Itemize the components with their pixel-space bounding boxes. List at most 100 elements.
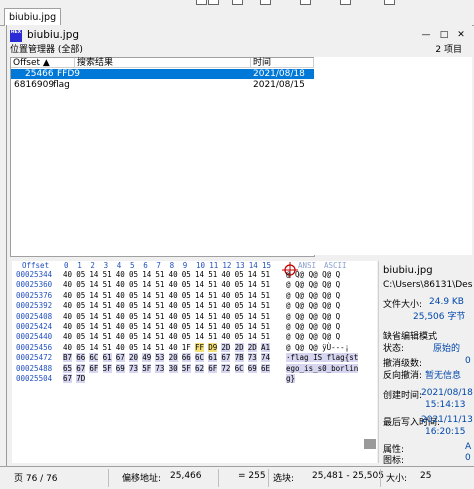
hex-byte[interactable]: 5F [142, 363, 152, 373]
hex-byte[interactable]: 40 [221, 312, 230, 321]
hex-byte[interactable]: 51 [103, 322, 112, 331]
hex-byte[interactable]: 05 [182, 322, 191, 331]
hex-byte[interactable]: 51 [261, 291, 270, 300]
hex-byte[interactable]: 40 [169, 301, 178, 310]
hex-byte[interactable]: 67 [63, 374, 73, 383]
position-list[interactable]: Offset ▲ 搜索结果 时间 25466 FFD9 2021/08/18 6… [10, 57, 315, 257]
hex-byte[interactable]: 14 [248, 301, 257, 310]
hex-byte[interactable]: 40 [169, 291, 178, 300]
hex-byte[interactable]: 51 [208, 312, 217, 321]
hex-text[interactable]: @ Q@ Q@ Q@ Q [286, 332, 340, 341]
hex-byte[interactable]: 14 [142, 343, 151, 352]
hex-byte[interactable]: 40 [221, 322, 230, 331]
hex-byte[interactable]: 14 [89, 301, 98, 310]
hex-byte[interactable]: 05 [182, 312, 191, 321]
hex-byte[interactable]: 67 [115, 353, 125, 363]
hex-byte[interactable]: 51 [155, 322, 164, 331]
hex-byte[interactable]: 6C [234, 363, 244, 373]
hex-byte[interactable]: 05 [129, 312, 138, 321]
hex-byte[interactable]: 30 [168, 363, 178, 373]
hex-byte[interactable]: 14 [142, 270, 151, 279]
hex-byte[interactable]: 14 [248, 270, 257, 279]
hex-byte[interactable]: 05 [129, 280, 138, 289]
hex-byte[interactable]: 40 [169, 332, 178, 341]
hex-byte[interactable]: 40 [221, 301, 230, 310]
hex-byte[interactable]: 51 [155, 343, 164, 352]
hex-byte[interactable]: 69 [247, 363, 257, 373]
hex-byte[interactable]: 40 [63, 301, 72, 310]
hex-byte[interactable]: 40 [169, 343, 178, 352]
hex-byte[interactable]: 05 [76, 312, 85, 321]
hex-byte[interactable]: 14 [195, 280, 204, 289]
hex-byte[interactable]: 51 [155, 270, 164, 279]
hex-byte[interactable]: 40 [116, 280, 125, 289]
hex-byte[interactable]: 05 [182, 301, 191, 310]
hex-byte[interactable]: 40 [221, 291, 230, 300]
hex-byte[interactable]: 14 [248, 280, 257, 289]
hex-byte[interactable]: 05 [235, 322, 244, 331]
hex-byte[interactable]: 40 [63, 343, 72, 352]
hex-byte[interactable]: 05 [129, 270, 138, 279]
hex-byte[interactable]: 49 [142, 353, 152, 363]
hex-byte[interactable]: 05 [129, 301, 138, 310]
hex-text[interactable]: @ Q@ Q@ ÿÙ---¡ [286, 343, 349, 352]
hex-byte[interactable]: 05 [76, 270, 85, 279]
save-icon[interactable] [196, 0, 207, 5]
hex-byte[interactable]: D9 [208, 342, 218, 352]
hex-byte[interactable]: 05 [76, 343, 85, 352]
hex-byte[interactable]: 05 [129, 291, 138, 300]
hex-byte[interactable]: 51 [261, 322, 270, 331]
hex-byte[interactable]: 14 [89, 332, 98, 341]
hex-byte[interactable]: 73 [155, 363, 165, 373]
hex-byte[interactable]: 66 [76, 353, 86, 363]
hex-byte[interactable]: 61 [102, 353, 112, 363]
hex-byte[interactable]: 05 [129, 332, 138, 341]
close-button[interactable]: ✕ [455, 29, 467, 41]
print-icon[interactable] [208, 0, 219, 5]
hex-byte[interactable]: 51 [261, 270, 270, 279]
hex-byte[interactable]: 51 [155, 332, 164, 341]
hex-byte[interactable]: 14 [195, 270, 204, 279]
hex-byte[interactable]: 2D [247, 342, 257, 352]
hex-byte[interactable]: 62 [195, 363, 205, 373]
hex-byte[interactable]: 5F [102, 363, 112, 373]
hex-byte[interactable]: 40 [63, 280, 72, 289]
hex-byte[interactable]: 05 [76, 301, 85, 310]
hex-byte[interactable]: 40 [221, 270, 230, 279]
hex-byte[interactable]: 14 [89, 312, 98, 321]
hex-byte[interactable]: A1 [261, 342, 271, 352]
hex-text[interactable]: ·flag IS flag{st [286, 353, 359, 363]
hex-byte[interactable]: 69 [115, 363, 125, 373]
hex-byte[interactable]: 14 [89, 270, 98, 279]
hex-byte[interactable]: 40 [169, 322, 178, 331]
hex-text[interactable]: ego_is_s0_borlin [286, 363, 359, 373]
hex-byte[interactable]: 05 [235, 291, 244, 300]
hex-byte[interactable]: 51 [261, 332, 270, 341]
hex-byte[interactable]: 51 [155, 301, 164, 310]
hex-byte[interactable]: 14 [248, 322, 257, 331]
hex-byte[interactable]: 51 [155, 280, 164, 289]
hex-byte[interactable]: 14 [89, 291, 98, 300]
hex-byte[interactable]: 6C [89, 353, 99, 363]
hex-text[interactable]: g} [286, 374, 296, 383]
hex-text[interactable]: @ Q@ Q@ Q@ Q [286, 312, 340, 321]
hex-byte[interactable]: 51 [208, 301, 217, 310]
hex-byte[interactable]: 2D [221, 342, 231, 352]
hex-text[interactable]: @ Q@ Q@ Q@ Q [286, 291, 340, 300]
hex-byte[interactable]: 1F [182, 343, 191, 352]
tab-biubiu[interactable]: biubiu.jpg [4, 8, 62, 26]
hex-byte[interactable]: 40 [63, 270, 72, 279]
hex-byte[interactable]: FF [195, 342, 205, 352]
hex-byte[interactable]: 40 [63, 322, 72, 331]
tools-icon[interactable] [340, 0, 351, 5]
hex-scrollbar[interactable] [364, 439, 376, 449]
hex-byte[interactable]: 05 [235, 280, 244, 289]
hex-byte[interactable]: 14 [195, 312, 204, 321]
hex-text[interactable]: @ Q@ Q@ Q@ Q [286, 322, 340, 331]
hex-byte[interactable]: 5F [181, 363, 191, 373]
hex-byte[interactable]: 14 [248, 332, 257, 341]
hex-byte[interactable]: 40 [169, 280, 178, 289]
hex-byte[interactable]: 51 [261, 312, 270, 321]
hex-byte[interactable]: 51 [208, 322, 217, 331]
hex-byte[interactable]: 51 [155, 312, 164, 321]
